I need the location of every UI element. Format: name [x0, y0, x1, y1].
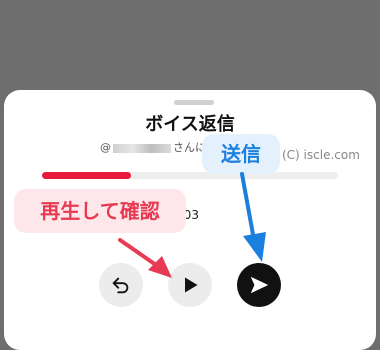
annotation-arrows — [118, 172, 266, 278]
play-arrow-line — [118, 238, 158, 267]
send-arrow-head — [243, 232, 266, 262]
send-arrow-line — [240, 172, 256, 242]
play-arrow-head — [148, 256, 172, 278]
